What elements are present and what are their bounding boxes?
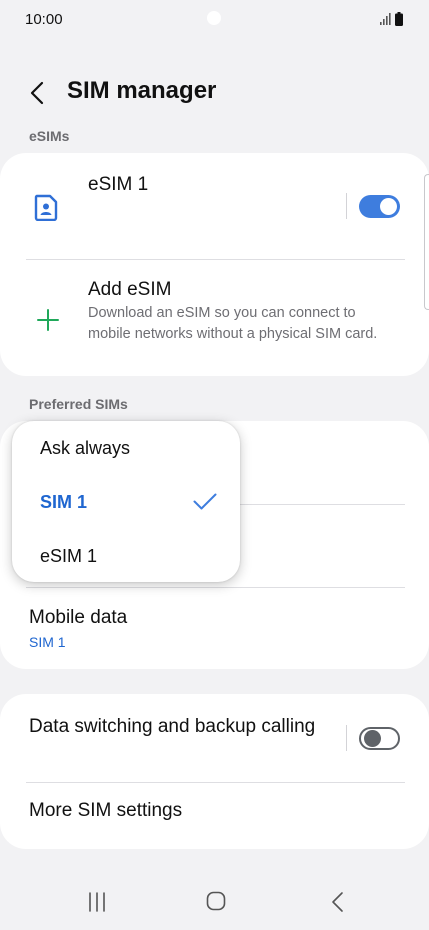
toggle-knob	[364, 730, 381, 747]
sim-card-icon	[34, 194, 58, 221]
add-esim-row[interactable]: Add eSIM Download an eSIM so you can con…	[0, 260, 429, 376]
esim1-title: eSIM 1	[88, 174, 149, 195]
home-icon[interactable]	[206, 891, 226, 911]
status-time: 10:00	[25, 11, 63, 28]
camera-cutout	[207, 11, 221, 25]
add-esim-title: Add eSIM	[88, 279, 172, 300]
page-title: SIM manager	[67, 77, 217, 104]
data-switching-row[interactable]: Data switching and backup calling	[0, 694, 429, 782]
scrollbar[interactable]	[424, 174, 429, 310]
toggle-knob	[380, 198, 397, 215]
recent-apps-icon[interactable]	[86, 892, 108, 912]
mobile-data-title: Mobile data	[29, 607, 128, 628]
dropdown-option-label: SIM 1	[40, 492, 88, 512]
battery-icon	[395, 12, 403, 26]
toggle-separator	[346, 193, 347, 219]
back-button[interactable]	[22, 78, 52, 108]
signal-icon	[380, 13, 391, 25]
more-sim-settings-title: More SIM settings	[29, 800, 183, 821]
esim-card: eSIM 1 Add eSIM Download an eSIM so you …	[0, 153, 429, 376]
more-sim-settings-row[interactable]: More SIM settings	[0, 783, 429, 849]
checkmark-icon	[193, 493, 217, 510]
section-label-preferred-sims: Preferred SIMs	[29, 396, 128, 412]
mobile-data-value: SIM 1	[29, 634, 66, 650]
dropdown-option-label: eSIM 1	[40, 546, 98, 566]
data-switching-toggle[interactable]	[359, 727, 400, 750]
plus-icon	[37, 309, 59, 331]
add-esim-description: Download an eSIM so you can connect to m…	[88, 305, 378, 342]
dropdown-option-sim1[interactable]: SIM 1	[12, 475, 240, 529]
esim1-row[interactable]: eSIM 1	[0, 153, 429, 258]
dropdown-option-label: Ask always	[40, 438, 131, 458]
preferred-sim-dropdown: Ask always SIM 1 eSIM 1	[12, 421, 240, 582]
section-label-esims: eSIMs	[29, 128, 70, 144]
dropdown-option-ask-always[interactable]: Ask always	[12, 421, 240, 475]
data-switching-title: Data switching and backup calling	[29, 716, 316, 737]
dropdown-option-esim1[interactable]: eSIM 1	[12, 529, 240, 582]
esim1-toggle[interactable]	[359, 195, 400, 218]
toggle-separator	[346, 725, 347, 751]
mobile-data-row[interactable]: Mobile data SIM 1	[0, 588, 429, 669]
chevron-left-icon	[30, 81, 44, 105]
nav-back-icon[interactable]	[328, 891, 346, 913]
sim-settings-card: Data switching and backup calling More S…	[0, 694, 429, 849]
